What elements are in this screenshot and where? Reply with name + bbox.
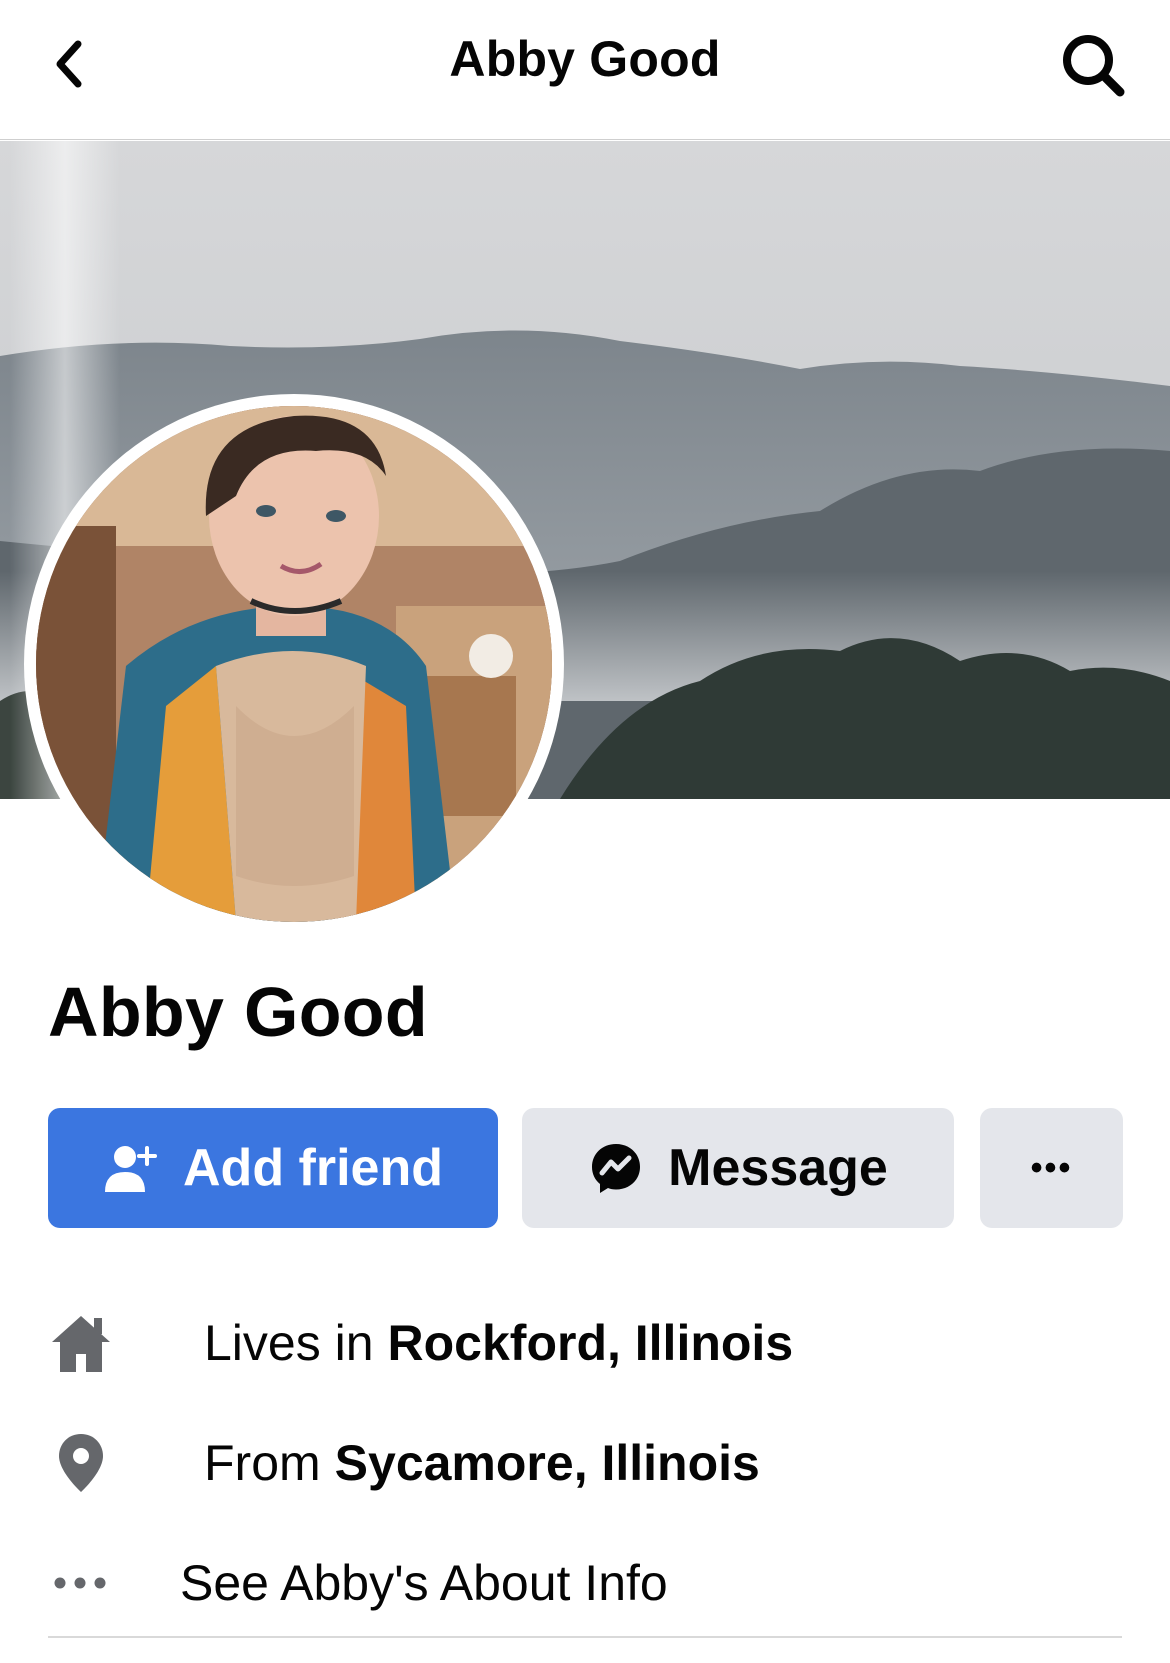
- add-friend-icon: [103, 1140, 159, 1196]
- from-prefix: From: [204, 1435, 321, 1491]
- see-about-info-label: See Abby's About Info: [180, 1555, 668, 1611]
- more-dots-icon: [48, 1548, 138, 1618]
- profile-name: Abby Good: [48, 973, 428, 1051]
- detail-from: From Sycamore, Illinois: [48, 1418, 760, 1508]
- nav-title: Abby Good: [449, 31, 721, 87]
- profile-photo-image: [36, 406, 552, 922]
- messenger-icon: [588, 1140, 644, 1196]
- more-options-button[interactable]: •••: [980, 1108, 1123, 1228]
- from-location-link[interactable]: Sycamore, Illinois: [335, 1434, 760, 1492]
- see-about-info-link[interactable]: See Abby's About Info: [48, 1538, 668, 1628]
- more-options-label: •••: [1030, 1148, 1073, 1187]
- top-nav-bar: Abby Good: [0, 0, 1170, 140]
- lives-in-location-link[interactable]: Rockford, Illinois: [388, 1314, 794, 1372]
- lives-in-prefix: Lives in: [204, 1315, 374, 1371]
- detail-lives-in: Lives in Rockford, Illinois: [48, 1298, 793, 1388]
- add-friend-label: Add friend: [183, 1139, 443, 1197]
- message-label: Message: [668, 1139, 888, 1197]
- search-button[interactable]: [1058, 30, 1128, 100]
- home-icon: [48, 1308, 138, 1378]
- profile-picture[interactable]: [24, 394, 564, 934]
- message-button[interactable]: Message: [522, 1108, 954, 1228]
- add-friend-button[interactable]: Add friend: [48, 1108, 498, 1228]
- search-icon: [1063, 35, 1125, 97]
- divider: [48, 1636, 1122, 1638]
- location-pin-icon: [48, 1428, 138, 1498]
